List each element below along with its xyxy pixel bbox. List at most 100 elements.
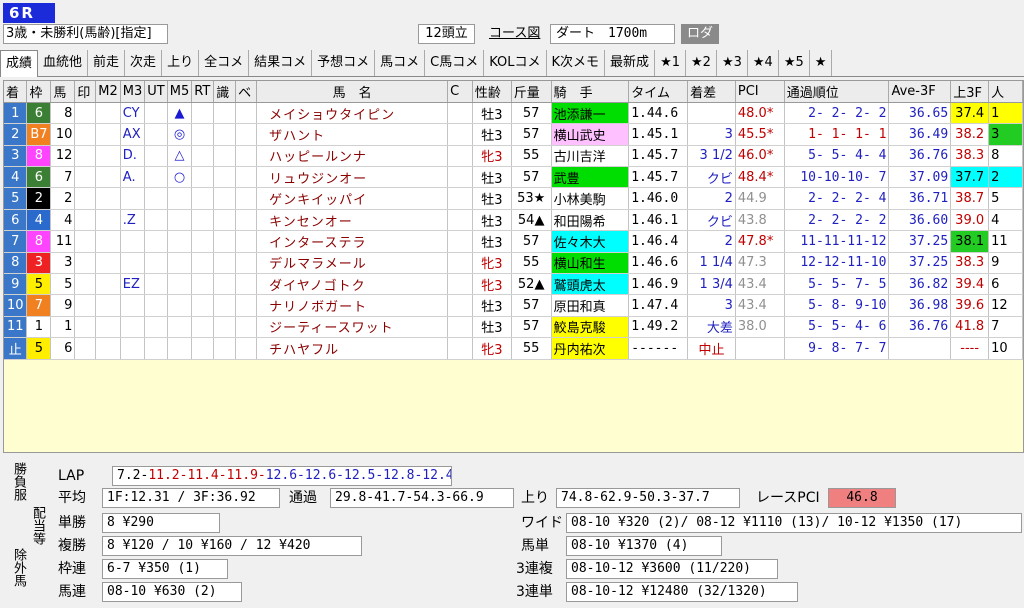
column-header[interactable]: M2 [95,81,121,103]
column-header[interactable]: RT [191,81,215,103]
tab-6[interactable]: 結果コメ [249,50,313,76]
column-header[interactable]: M3 [120,81,146,103]
trifecta-label: 3連単 [516,584,553,600]
table-row[interactable]: 止 5 6 チハヤフル 牝3 55 丹内祐次 ------ 中止 9- 8- 7- 7 ---- 10 [4,337,1023,360]
tab-3[interactable]: 次走 [125,50,163,76]
ave-3f: 36.76 [888,145,952,168]
column-header[interactable]: 着 [4,81,28,103]
race-pci-value: 46.8 [828,488,896,508]
column-header[interactable]: 通過順位 [784,81,890,103]
table-header-row: 着枠馬印 M2 M3 UT M5 RT 識ベ馬 名 C 性齢 斤量騎 手タイム 着差 PCI 通過順位 A… [4,81,1023,103]
column-header[interactable]: UT [144,81,168,103]
rt-cell [191,273,215,296]
horse-number: 11 [50,230,76,253]
table-row[interactable]: 7 8 11 インターステラ 牡3 57 佐々木大 1.46.4 2 47.8* 11-11-11-… [4,230,1023,253]
popularity: 6 [988,273,1023,296]
column-header[interactable]: 印 [74,81,97,103]
side-tab-silks[interactable]: 勝負服 [9,462,28,501]
rt-cell [191,145,215,168]
horse-number: 8 [50,102,76,125]
tab-2[interactable]: 前走 [88,50,126,76]
tab-13[interactable]: ★1 [655,50,686,76]
tab-18[interactable]: ★ [810,50,833,76]
side-tab-payouts[interactable]: 配当等 [28,506,47,545]
m5-mark [167,230,193,253]
table-body: 1 6 8 CY ▲ メイショウタイピン 牡3 57 池添謙一 1.44.6 48.0* 2- 2- … [4,102,1023,445]
horse-name: ジーティースワット [256,316,449,339]
mark-cell [74,337,97,360]
margin: 大差 [687,316,736,339]
tab-5[interactable]: 全コメ [199,50,250,76]
column-header[interactable]: M5 [167,81,193,103]
sex-age: 牡3 [472,316,512,339]
column-header[interactable]: タイム [628,81,689,103]
column-header[interactable]: 騎 手 [551,81,630,103]
horse-number: 6 [50,337,76,360]
column-header[interactable]: C [447,81,473,103]
tab-14[interactable]: ★2 [686,50,717,76]
column-header[interactable]: 馬 名 [256,81,449,103]
be-cell [235,187,258,210]
roda-button[interactable]: ロダ [681,24,719,44]
ave-3f: 36.49 [888,123,952,146]
column-header[interactable]: 上3F [950,81,990,103]
popularity: 12 [988,294,1023,317]
bracket-number: 8 [26,230,52,253]
tab-12[interactable]: 最新成 [605,50,656,76]
passing-order: 5- 5- 4- 6 [784,316,890,339]
m3-cell: D. [120,145,146,168]
course-map-link[interactable]: コース図 [489,24,540,44]
bracket-quinella-label: 枠連 [58,561,86,577]
column-header[interactable]: 着差 [687,81,736,103]
win-payout: 8 ¥290 [102,513,220,533]
popularity: 11 [988,230,1023,253]
horse-name: ハッピールンナ [256,145,449,168]
column-header[interactable]: PCI [735,81,785,103]
tab-7[interactable]: 予想コメ [312,50,376,76]
m3-cell: EZ [120,273,146,296]
ut-cell [144,123,168,146]
c-cell [447,337,473,360]
tab-0[interactable]: 成績 [0,50,39,77]
horse-name: デルマラメール [256,252,449,275]
ut-cell [144,294,168,317]
column-header[interactable]: ベ [235,81,258,103]
table-row[interactable]: 1 6 8 CY ▲ メイショウタイピン 牡3 57 池添謙一 1.44.6 48.0* 2- 2- … [4,102,1023,125]
column-header[interactable]: 枠 [26,81,52,103]
tab-17[interactable]: ★5 [779,50,810,76]
column-header[interactable]: Ave-3F [888,81,952,103]
weight-carried: 57 [511,123,552,146]
column-header[interactable]: 識 [213,81,237,103]
mark-cell [74,209,97,232]
average-label: 平均 [58,490,86,506]
tab-11[interactable]: K次メモ [547,50,606,76]
tab-10[interactable]: KOLコメ [484,50,547,76]
tab-15[interactable]: ★3 [717,50,748,76]
column-header[interactable]: 馬 [50,81,76,103]
tab-4[interactable]: 上り [162,50,200,76]
table-row[interactable]: 6 4 4 .Z キンセンオー 牡3 54▲ 和田陽希 1.46.1 クビ 43.8 2- 2- 2-… [4,209,1023,232]
table-row[interactable]: 8 3 3 デルマラメール 牝3 55 横山和生 1.46.6 1 1/4 47.3 12-12-1… [4,252,1023,275]
tab-16[interactable]: ★4 [748,50,779,76]
column-header[interactable]: 人 [988,81,1023,103]
table-row[interactable]: 2 B7 10 AX ◎ ザハント 牡3 57 横山武史 1.45.1 3 45.5* 1- 1- 1-… [4,123,1023,146]
table-row[interactable]: 9 5 5 EZ ダイヤノゴトク 牝3 52▲ 鷲頭虎太 1.46.9 1 3/4 43.4 5- 5… [4,273,1023,296]
tab-9[interactable]: C馬コメ [425,50,485,76]
tab-1[interactable]: 血統他 [38,50,89,76]
column-header[interactable]: 斤量 [511,81,552,103]
finish-position: 7 [4,230,28,253]
table-row[interactable]: 10 7 9 ナリノボガート 牡3 57 原田和真 1.47.4 3 43.4 5- 8- 9-10… [4,294,1023,317]
side-tab-scratched[interactable]: 除外馬 [9,548,28,587]
table-row[interactable]: 3 8 12 D. △ ハッピールンナ 牝3 55 古川吉洋 1.45.7 3 1/2 46.0* 5-… [4,145,1023,168]
sex-age: 牝3 [472,337,512,360]
table-row[interactable]: 4 6 7 A. ○ リュウジンオー 牡3 57 武豊 1.45.7 クビ 48.4* 10-10-10… [4,166,1023,189]
column-header[interactable]: 性齢 [472,81,512,103]
table-row[interactable]: 5 2 2 ゲンキイッパイ 牡3 53★ 小林美駒 1.46.0 2 44.9 2- 2- 2- 4… [4,187,1023,210]
c-cell [447,145,473,168]
tab-8[interactable]: 馬コメ [375,50,426,76]
ave-3f: 36.82 [888,273,952,296]
m2-cell [95,145,121,168]
pci: 47.8* [735,230,785,253]
table-row[interactable]: 11 1 1 ジーティースワット 牡3 57 鮫島克駿 1.49.2 大差 38.0 5- 5- 4… [4,316,1023,339]
last-3f: 37.7 [950,166,990,189]
